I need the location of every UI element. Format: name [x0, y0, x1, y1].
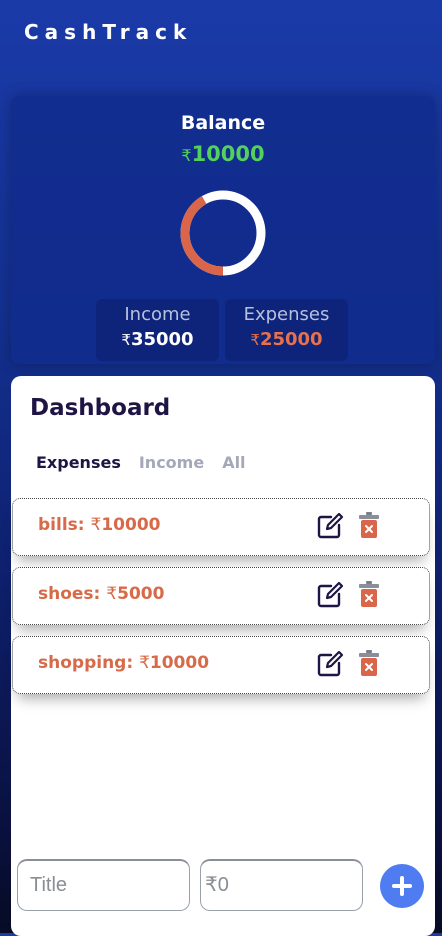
currency-symbol: ₹	[139, 653, 150, 673]
currency-symbol: ₹	[250, 331, 260, 349]
list-item: shopping: ₹10000	[12, 636, 430, 694]
entry-amount: 10000	[101, 515, 161, 535]
add-entry-button[interactable]	[380, 864, 424, 908]
edit-icon[interactable]	[316, 512, 344, 540]
balance-value: 10000	[191, 142, 265, 166]
income-value: 35000	[130, 329, 194, 350]
expenses-summary: Expenses ₹25000	[225, 299, 348, 361]
entry-name: shopping:	[38, 653, 134, 673]
balance-card: Balance ₹10000 Income ₹35000 Expenses ₹2…	[11, 96, 435, 364]
trash-icon[interactable]	[358, 649, 380, 677]
entry-name: shoes:	[38, 584, 101, 604]
currency-symbol: ₹	[181, 146, 192, 165]
balance-amount: ₹10000	[11, 142, 435, 166]
expenses-label: Expenses	[243, 304, 330, 325]
title-input[interactable]	[17, 859, 190, 911]
entry-list: bills: ₹10000 shoes: ₹5000 shopping: ₹10…	[12, 498, 430, 705]
amount-input[interactable]	[200, 859, 363, 911]
entry-text: bills: ₹10000	[38, 515, 160, 535]
income-summary: Income ₹35000	[96, 299, 219, 361]
income-amount: ₹35000	[96, 329, 219, 350]
balance-label: Balance	[180, 112, 266, 134]
app-title: CashTrack	[24, 20, 193, 44]
trash-icon[interactable]	[358, 580, 380, 608]
expenses-value: 25000	[259, 329, 323, 350]
currency-symbol: ₹	[106, 584, 118, 604]
list-item: shoes: ₹5000	[12, 567, 430, 625]
balance-donut-chart	[180, 190, 266, 276]
tab-income[interactable]: Income	[139, 453, 204, 472]
entry-amount: 5000	[117, 584, 165, 604]
entry-text: shoes: ₹5000	[38, 584, 164, 604]
tab-expenses[interactable]: Expenses	[36, 453, 121, 472]
currency-symbol: ₹	[90, 515, 102, 535]
currency-symbol: ₹	[121, 331, 131, 349]
entry-text: shopping: ₹10000	[38, 653, 209, 673]
list-item: bills: ₹10000	[12, 498, 430, 556]
tab-all[interactable]: All	[222, 453, 245, 472]
plus-icon	[400, 876, 404, 896]
edit-icon[interactable]	[316, 650, 344, 678]
dashboard-panel: Dashboard Expenses Income All bills: ₹10…	[11, 376, 435, 936]
trash-icon[interactable]	[358, 511, 380, 539]
income-label: Income	[124, 304, 191, 325]
edit-icon[interactable]	[316, 581, 344, 609]
filter-tabs: Expenses Income All	[36, 453, 246, 472]
dashboard-title: Dashboard	[30, 395, 171, 421]
expenses-amount: ₹25000	[225, 329, 348, 350]
entry-name: bills:	[38, 515, 85, 535]
entry-amount: 10000	[149, 653, 210, 673]
